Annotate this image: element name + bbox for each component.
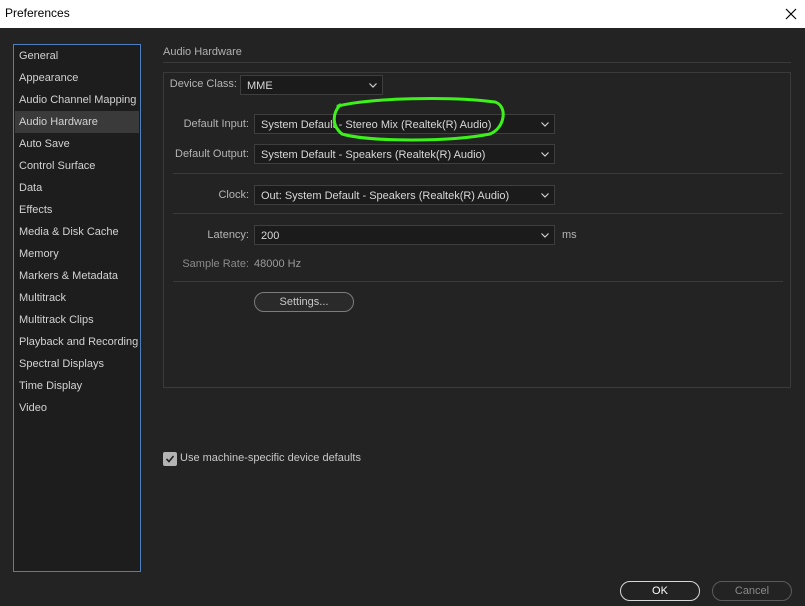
divider <box>173 173 783 174</box>
sidebar-item-multitrack[interactable]: Multitrack <box>15 287 139 309</box>
settings-button[interactable]: Settings... <box>254 292 354 312</box>
divider <box>173 213 783 214</box>
machine-defaults-checkbox[interactable] <box>163 452 177 466</box>
sidebar-item-audio-hardware[interactable]: Audio Hardware <box>15 111 139 133</box>
device-class-select[interactable]: MME <box>240 75 383 95</box>
chevron-down-icon <box>541 186 549 204</box>
window-title: Preferences <box>5 6 70 20</box>
clock-label: Clock: <box>218 189 249 201</box>
divider <box>173 281 783 282</box>
sidebar-item-time-display[interactable]: Time Display <box>15 375 139 397</box>
device-class-label: Device Class: <box>169 78 237 90</box>
preferences-category-list[interactable]: General Appearance Audio Channel Mapping… <box>13 44 141 572</box>
checkmark-icon <box>165 455 175 463</box>
sidebar-item-effects[interactable]: Effects <box>15 199 139 221</box>
default-input-label: Default Input: <box>183 118 249 130</box>
clock-value: Out: System Default - Speakers (Realtek(… <box>261 190 510 202</box>
sidebar-item-spectral-displays[interactable]: Spectral Displays <box>15 353 139 375</box>
section-divider <box>163 62 791 63</box>
latency-label: Latency: <box>207 229 249 241</box>
sidebar-item-auto-save[interactable]: Auto Save <box>15 133 139 155</box>
sidebar-item-multitrack-clips[interactable]: Multitrack Clips <box>15 309 139 331</box>
machine-defaults-label: Use machine-specific device defaults <box>180 452 361 464</box>
chevron-down-icon <box>541 226 549 244</box>
close-icon[interactable] <box>777 0 805 28</box>
latency-select[interactable]: 200 <box>254 225 555 245</box>
section-title: Audio Hardware <box>163 46 242 58</box>
ok-button[interactable]: OK <box>620 581 700 601</box>
sidebar-item-video[interactable]: Video <box>15 397 139 419</box>
sidebar-item-data[interactable]: Data <box>15 177 139 199</box>
sidebar-item-control-surface[interactable]: Control Surface <box>15 155 139 177</box>
sidebar-item-general[interactable]: General <box>15 45 139 67</box>
sidebar-item-markers-metadata[interactable]: Markers & Metadata <box>15 265 139 287</box>
chevron-down-icon <box>369 76 377 94</box>
sample-rate-label: Sample Rate: <box>182 258 249 270</box>
latency-unit: ms <box>562 229 577 241</box>
sidebar-item-media-disk-cache[interactable]: Media & Disk Cache <box>15 221 139 243</box>
default-output-select[interactable]: System Default - Speakers (Realtek(R) Au… <box>254 144 555 164</box>
chevron-down-icon <box>541 115 549 133</box>
sidebar-item-playback-recording[interactable]: Playback and Recording <box>15 331 139 353</box>
sample-rate-value: 48000 Hz <box>254 258 302 270</box>
default-output-label: Default Output: <box>175 148 249 160</box>
chevron-down-icon <box>541 145 549 163</box>
sidebar-item-memory[interactable]: Memory <box>15 243 139 265</box>
latency-value: 200 <box>261 230 280 242</box>
clock-select[interactable]: Out: System Default - Speakers (Realtek(… <box>254 185 555 205</box>
sidebar-item-audio-channel-mapping[interactable]: Audio Channel Mapping <box>15 89 139 111</box>
default-input-select[interactable]: System Default - Stereo Mix (Realtek(R) … <box>254 114 555 134</box>
sidebar-item-appearance[interactable]: Appearance <box>15 67 139 89</box>
default-output-value: System Default - Speakers (Realtek(R) Au… <box>261 149 486 161</box>
default-input-value: System Default - Stereo Mix (Realtek(R) … <box>261 119 492 131</box>
cancel-button[interactable]: Cancel <box>712 581 792 601</box>
device-class-value: MME <box>247 80 273 92</box>
title-bar: Preferences <box>0 0 805 28</box>
